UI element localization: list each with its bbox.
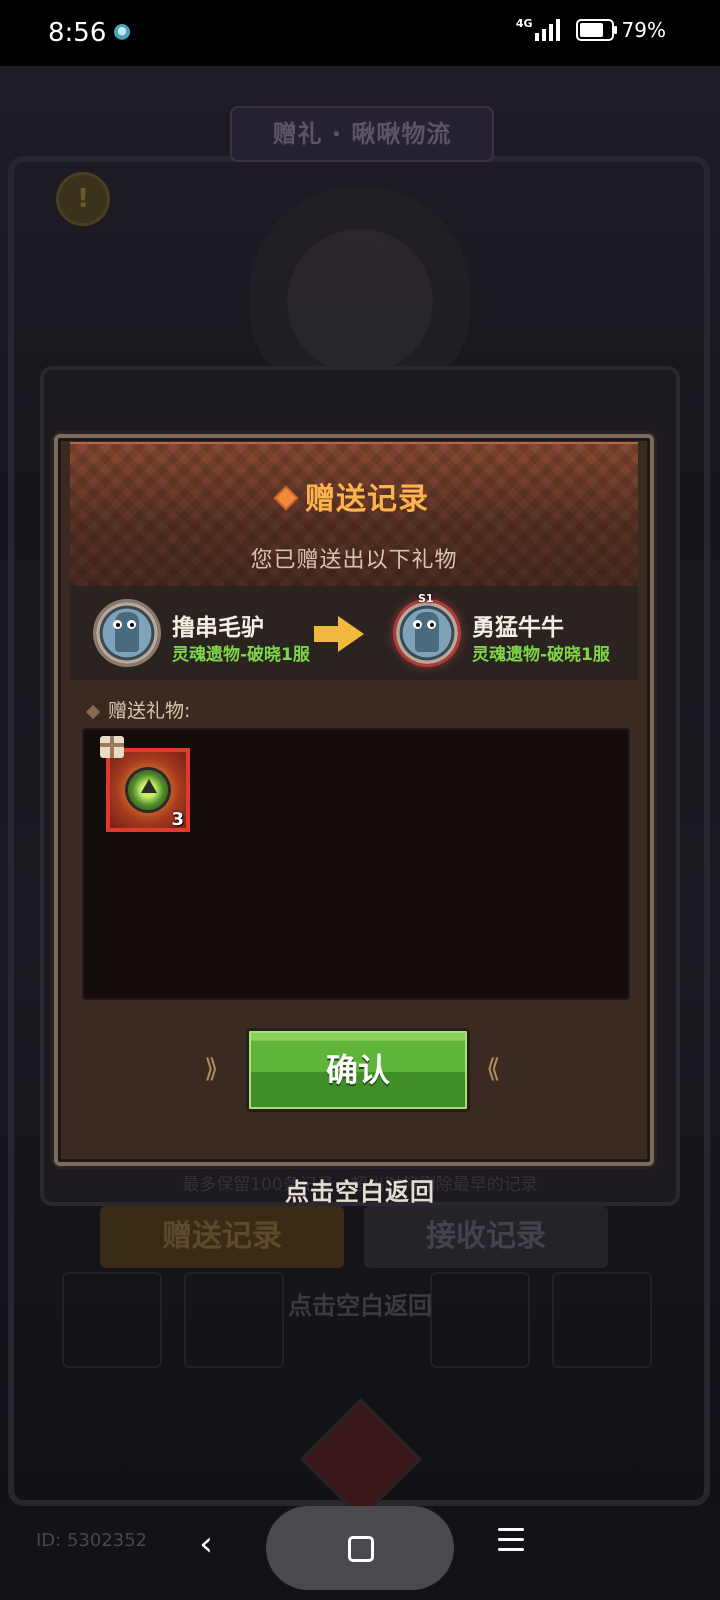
gift-item[interactable]: 3 — [100, 736, 190, 832]
gifts-label: 赠送礼物: — [85, 696, 191, 723]
gift-count: 3 — [171, 809, 184, 830]
status-time: 8:56 — [48, 18, 107, 48]
arrow-right-icon — [314, 616, 364, 652]
owl-mascot-image — [250, 186, 470, 396]
sender-avatar — [96, 602, 158, 664]
battery-icon — [575, 19, 617, 41]
back-icon[interactable]: ‹ — [186, 1524, 226, 1564]
sender-server: 灵魂遗物-破晓1服 — [172, 645, 310, 665]
diamond-icon — [85, 704, 101, 720]
home-icon — [348, 1536, 374, 1562]
background-title: 赠礼 · 啾啾物流 — [230, 106, 494, 162]
chevron-right-deco-icon: ⟫ — [204, 1054, 219, 1084]
confirm-button[interactable]: 确认 — [246, 1028, 470, 1112]
gift-record-dialog: 赠送记录 您已赠送出以下礼物 撸串毛驴 灵魂遗物-破晓1服 S1 勇猛牛牛 灵魂… — [54, 434, 654, 1166]
gift-box-icon — [100, 736, 124, 758]
dialog-title-text: 赠送记录 — [305, 482, 429, 517]
receiver-name: 勇猛牛牛 — [472, 615, 564, 641]
dialog-title: 赠送记录 — [70, 474, 638, 518]
warning-icon: ! — [56, 172, 110, 226]
menu-icon[interactable] — [498, 1528, 524, 1552]
chevron-left-deco-icon: ⟪ — [486, 1054, 501, 1084]
signal-icon — [534, 19, 560, 41]
avatar-face-icon — [413, 612, 439, 652]
app-notification-icon — [114, 24, 130, 40]
transfer-row: 撸串毛驴 灵魂遗物-破晓1服 S1 勇猛牛牛 灵魂遗物-破晓1服 — [70, 586, 638, 680]
green-gem-icon — [128, 770, 168, 810]
status-bar: 8:56 4G 79% — [0, 0, 720, 66]
background-tap-hint: 点击空白返回 — [288, 1292, 432, 1320]
tab-receive-records[interactable]: 接收记录 — [364, 1206, 608, 1268]
receiver-server: 灵魂遗物-破晓1服 — [472, 645, 610, 665]
dialog-header: 赠送记录 您已赠送出以下礼物 — [70, 442, 638, 588]
status-indicators: 4G 79% — [515, 16, 666, 43]
home-button[interactable] — [266, 1506, 454, 1590]
gifts-list: 3 — [82, 728, 630, 1000]
tab-send-records[interactable]: 赠送记录 — [100, 1206, 344, 1268]
avatar-face-icon — [113, 612, 139, 652]
navigation-bar: ‹ — [0, 1506, 720, 1600]
diamond-icon — [276, 487, 296, 508]
gifts-label-text: 赠送礼物: — [108, 700, 191, 722]
battery-level — [579, 23, 604, 37]
tap-blank-to-return-hint[interactable]: 点击空白返回 — [0, 1172, 720, 1207]
receiver-avatar: S1 — [396, 592, 458, 664]
sender-name: 撸串毛驴 — [172, 615, 264, 641]
dialog-subtitle: 您已赠送出以下礼物 — [250, 548, 458, 573]
server-badge: S1 — [418, 592, 434, 605]
network-type: 4G — [515, 16, 533, 30]
battery-percent: 79% — [621, 18, 666, 42]
